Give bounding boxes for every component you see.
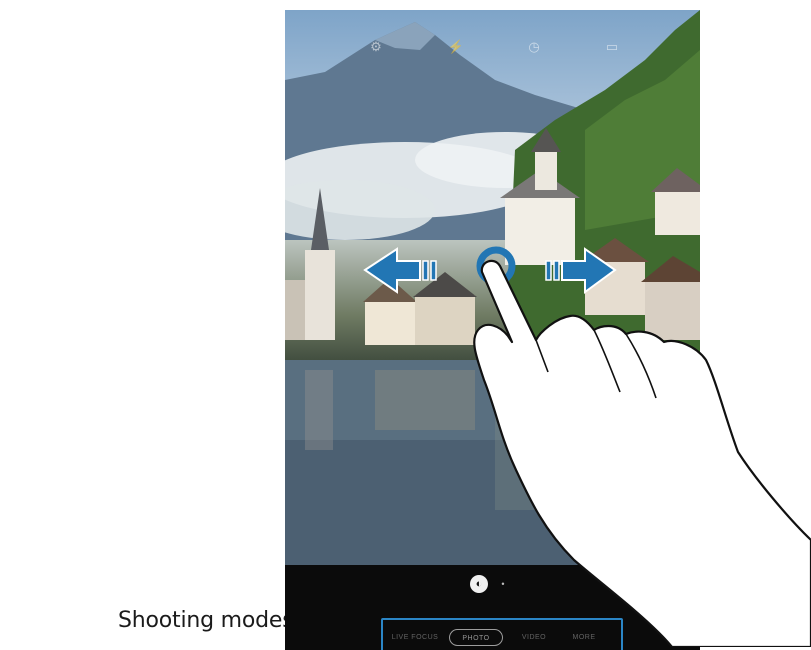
swipe-right-arrow-icon — [545, 247, 617, 294]
swipe-gesture-overlay — [363, 246, 811, 647]
swipe-left-arrow-icon — [363, 247, 437, 294]
hand-pointer-icon — [473, 259, 811, 647]
